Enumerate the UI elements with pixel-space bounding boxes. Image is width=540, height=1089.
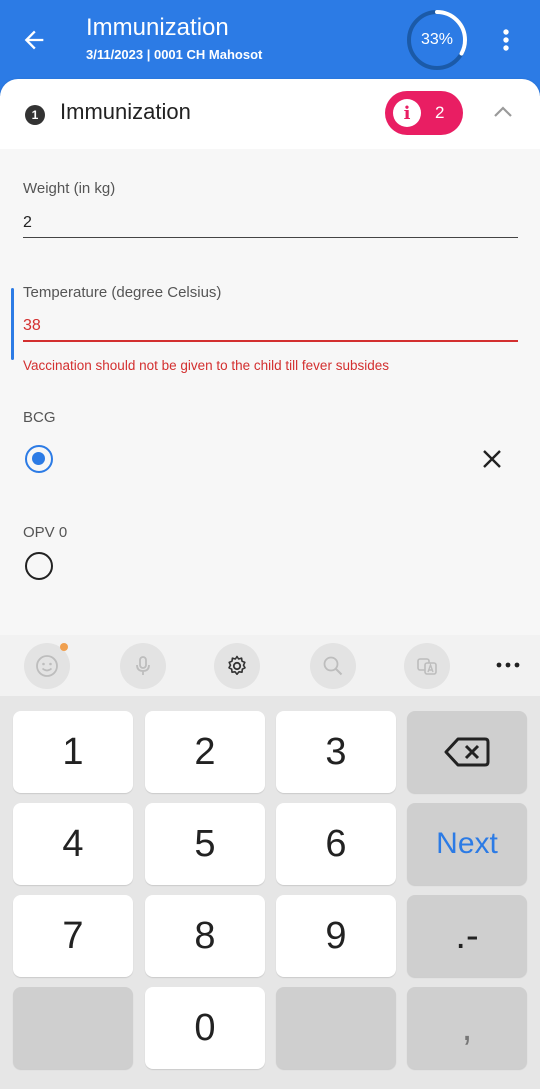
emoji-icon <box>36 655 58 677</box>
next-key[interactable]: Next <box>407 803 527 885</box>
page-title: Immunization <box>86 14 229 41</box>
microphone-icon <box>136 656 150 675</box>
voice-button[interactable] <box>120 643 166 689</box>
key-2[interactable]: 2 <box>145 711 265 793</box>
bcg-radio[interactable] <box>25 445 53 473</box>
collapse-button[interactable] <box>490 99 516 125</box>
blank-key-left[interactable] <box>13 987 133 1069</box>
weight-underline <box>23 237 518 238</box>
more-icon <box>496 662 520 668</box>
opv0-label: OPV 0 <box>23 524 68 541</box>
overflow-menu-button[interactable] <box>492 22 520 58</box>
key-6[interactable]: 6 <box>276 803 396 885</box>
progress-label: 33% <box>420 31 454 48</box>
section-header[interactable]: 1 Immunization i 2 <box>0 79 540 149</box>
search-icon <box>323 656 343 676</box>
weight-label: Weight (in kg) <box>23 180 116 197</box>
info-icon: i <box>393 99 421 127</box>
error-count-badge[interactable]: i 2 <box>385 91 463 135</box>
page-subtitle: 3/11/2023 | 0001 CH Mahosot <box>86 47 263 62</box>
key-5[interactable]: 5 <box>145 803 265 885</box>
weight-input[interactable]: 2 <box>23 214 32 232</box>
settings-button[interactable] <box>214 643 260 689</box>
key-7[interactable]: 7 <box>13 895 133 977</box>
backspace-key[interactable] <box>407 711 527 793</box>
comma-key[interactable]: , <box>407 987 527 1069</box>
section-number: 1 <box>25 105 45 125</box>
translate-button[interactable] <box>404 643 450 689</box>
backspace-icon <box>444 737 490 767</box>
section-title: Immunization <box>60 99 191 124</box>
translate-icon <box>417 658 437 675</box>
back-button[interactable] <box>14 20 54 60</box>
key-0[interactable]: 0 <box>145 987 265 1069</box>
numeric-keyboard: 1 2 3 4 5 6 Next 7 8 9 .- 0 , <box>0 696 540 1089</box>
dot-minus-key[interactable]: .- <box>407 895 527 977</box>
gear-icon <box>228 655 246 675</box>
key-8[interactable]: 8 <box>145 895 265 977</box>
key-1[interactable]: 1 <box>13 711 133 793</box>
temperature-input[interactable]: 38 <box>23 317 41 335</box>
opv0-radio[interactable] <box>25 552 53 580</box>
bcg-label: BCG <box>23 409 56 426</box>
key-3[interactable]: 3 <box>276 711 396 793</box>
more-vert-icon <box>503 29 509 51</box>
keyboard-more-button[interactable] <box>490 655 526 675</box>
form-body: Weight (in kg) 2 Temperature (degree Cel… <box>0 149 540 635</box>
temperature-label: Temperature (degree Celsius) <box>23 284 222 301</box>
temperature-error: Vaccination should not be given to the c… <box>23 358 389 373</box>
notification-dot <box>60 643 68 651</box>
key-4[interactable]: 4 <box>13 803 133 885</box>
error-count: 2 <box>435 103 445 122</box>
arrow-left-icon <box>24 30 44 50</box>
keyboard-toolbar <box>0 635 540 696</box>
error-indicator-bar <box>11 288 14 360</box>
chevron-up-icon <box>494 106 512 117</box>
blank-key-right[interactable] <box>276 987 396 1069</box>
search-button[interactable] <box>310 643 356 689</box>
close-icon[interactable] <box>480 447 504 471</box>
temperature-underline <box>23 340 518 342</box>
key-9[interactable]: 9 <box>276 895 396 977</box>
